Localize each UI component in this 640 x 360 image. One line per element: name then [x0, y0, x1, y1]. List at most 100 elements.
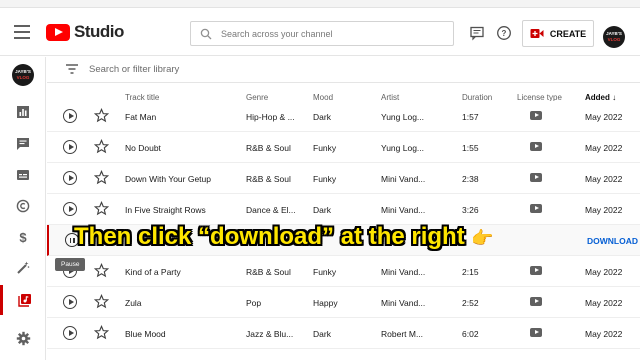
sidebar-item-analytics[interactable] — [0, 97, 46, 127]
track-genre: Hip-Hop & ... — [246, 112, 295, 122]
create-label: CREATE — [549, 28, 587, 39]
track-artist: Mini Vand... — [381, 205, 426, 215]
create-button[interactable]: CREATE — [522, 20, 594, 47]
track-genre: Dance & El... — [246, 205, 296, 215]
library-filter-bar[interactable]: Search or filter library — [47, 57, 640, 83]
star-icon[interactable] — [94, 325, 109, 340]
track-artist: Mini Vand... — [381, 298, 426, 308]
track-title: Fat Man — [125, 112, 157, 122]
track-artist: Yung Log... — [381, 112, 425, 122]
sidebar-item-comments[interactable] — [0, 129, 46, 159]
channel-search-input[interactable] — [221, 28, 441, 39]
track-duration: 6:02 — [462, 329, 479, 339]
play-icon[interactable] — [63, 140, 77, 154]
track-added: May 2022 — [585, 143, 623, 153]
studio-header: Studio ? CREATE JAYB'SVLOG — [0, 8, 640, 56]
sidebar-channel-avatar[interactable]: JAYB'S VLOG — [12, 64, 34, 86]
left-sidebar: JAYB'S VLOG $ — [0, 57, 46, 360]
play-icon[interactable] — [63, 295, 77, 309]
account-avatar[interactable]: JAYB'S VLOG — [603, 26, 625, 48]
svg-text:?: ? — [502, 29, 507, 38]
feedback-icon[interactable] — [469, 25, 485, 41]
license-youtube-icon[interactable] — [530, 297, 542, 306]
track-artist: Yung Log... — [381, 143, 425, 153]
menu-icon[interactable] — [14, 25, 30, 39]
track-title: In Five Straight Rows — [125, 205, 206, 215]
sidebar-item-copyright[interactable] — [0, 191, 46, 221]
track-mood: Funky — [313, 174, 337, 184]
play-icon[interactable] — [63, 109, 77, 123]
license-youtube-icon[interactable] — [530, 266, 542, 275]
track-added: May 2022 — [585, 298, 623, 308]
track-added: May 2022 — [585, 329, 623, 339]
license-youtube-icon[interactable] — [530, 173, 542, 182]
track-genre: Jazz & Blu... — [246, 329, 294, 339]
table-row[interactable]: Zula Pop Happy Mini Vand... 2:52 May 202… — [47, 287, 640, 318]
track-title: Zula — [125, 298, 142, 308]
star-icon[interactable] — [94, 108, 109, 123]
track-added: May 2022 — [585, 267, 623, 277]
caption-text: Then click “download” at the right — [74, 223, 465, 250]
table-row[interactable]: Down With Your Getup R&B & Soul Funky Mi… — [47, 163, 640, 194]
video-caption-overlay: Then click “download” at the right 👉 — [74, 223, 564, 263]
star-icon[interactable] — [94, 139, 109, 154]
table-row[interactable]: In Five Straight Rows Dance & El... Dark… — [47, 194, 640, 225]
track-genre: R&B & Soul — [246, 267, 291, 277]
license-youtube-icon[interactable] — [530, 111, 542, 120]
track-title: Down With Your Getup — [125, 174, 211, 184]
search-icon — [191, 28, 221, 40]
track-duration: 3:26 — [462, 205, 479, 215]
analytics-icon — [17, 106, 29, 118]
sidebar-avatar-text-1: JAYB'S — [15, 69, 31, 74]
copyright-icon — [16, 199, 30, 213]
star-icon[interactable] — [94, 170, 109, 185]
play-icon[interactable] — [63, 171, 77, 185]
channel-search-box[interactable] — [190, 21, 454, 46]
star-icon[interactable] — [94, 294, 109, 309]
license-youtube-icon[interactable] — [530, 328, 542, 337]
track-mood: Dark — [313, 112, 331, 122]
audio-library-icon — [17, 294, 31, 307]
track-duration: 2:38 — [462, 174, 479, 184]
sidebar-item-earn[interactable]: $ — [0, 222, 46, 252]
license-youtube-icon[interactable] — [530, 204, 542, 213]
track-added: May 2022 — [585, 174, 623, 184]
table-row[interactable]: Blue Mood Jazz & Blu... Dark Robert M...… — [47, 318, 640, 349]
track-duration: 1:57 — [462, 112, 479, 122]
track-mood: Funky — [313, 143, 337, 153]
play-icon[interactable] — [63, 202, 77, 216]
sidebar-avatar-text-2: VLOG — [16, 74, 30, 80]
star-icon[interactable] — [94, 263, 109, 278]
table-row[interactable]: Fat Man Hip-Hop & ... Dark Yung Log... 1… — [47, 101, 640, 132]
download-button[interactable]: DOWNLOAD — [587, 236, 638, 246]
track-duration: 2:52 — [462, 298, 479, 308]
track-duration: 2:15 — [462, 267, 479, 277]
filter-icon[interactable] — [65, 61, 79, 79]
sidebar-item-audio-library[interactable] — [0, 285, 46, 315]
filter-placeholder: Search or filter library — [89, 64, 180, 75]
create-video-icon — [530, 29, 544, 38]
track-genre: Pop — [246, 298, 262, 308]
play-icon[interactable] — [63, 326, 77, 340]
table-row[interactable]: No Doubt R&B & Soul Funky Yung Log... 1:… — [47, 132, 640, 163]
track-mood: Dark — [313, 329, 331, 339]
track-genre: R&B & Soul — [246, 174, 291, 184]
youtube-studio-logo[interactable]: Studio — [46, 22, 124, 42]
sidebar-item-subtitles[interactable] — [0, 160, 46, 190]
track-title: No Doubt — [125, 143, 161, 153]
track-title: Blue Mood — [125, 329, 166, 339]
help-icon[interactable]: ? — [496, 25, 512, 41]
sidebar-item-settings[interactable] — [0, 323, 46, 353]
license-youtube-icon[interactable] — [530, 142, 542, 151]
page-bottom-edge — [47, 351, 640, 360]
star-icon[interactable] — [94, 201, 109, 216]
track-mood: Happy — [313, 298, 338, 308]
track-artist: Mini Vand... — [381, 267, 426, 277]
track-title: Kind of a Party — [125, 267, 181, 277]
magic-wand-icon — [17, 261, 30, 274]
avatar-text-2: VLOG — [607, 36, 621, 42]
svg-text:$: $ — [19, 230, 27, 244]
track-added: May 2022 — [585, 112, 623, 122]
track-artist: Mini Vand... — [381, 174, 426, 184]
sidebar-item-customization[interactable] — [0, 253, 46, 283]
